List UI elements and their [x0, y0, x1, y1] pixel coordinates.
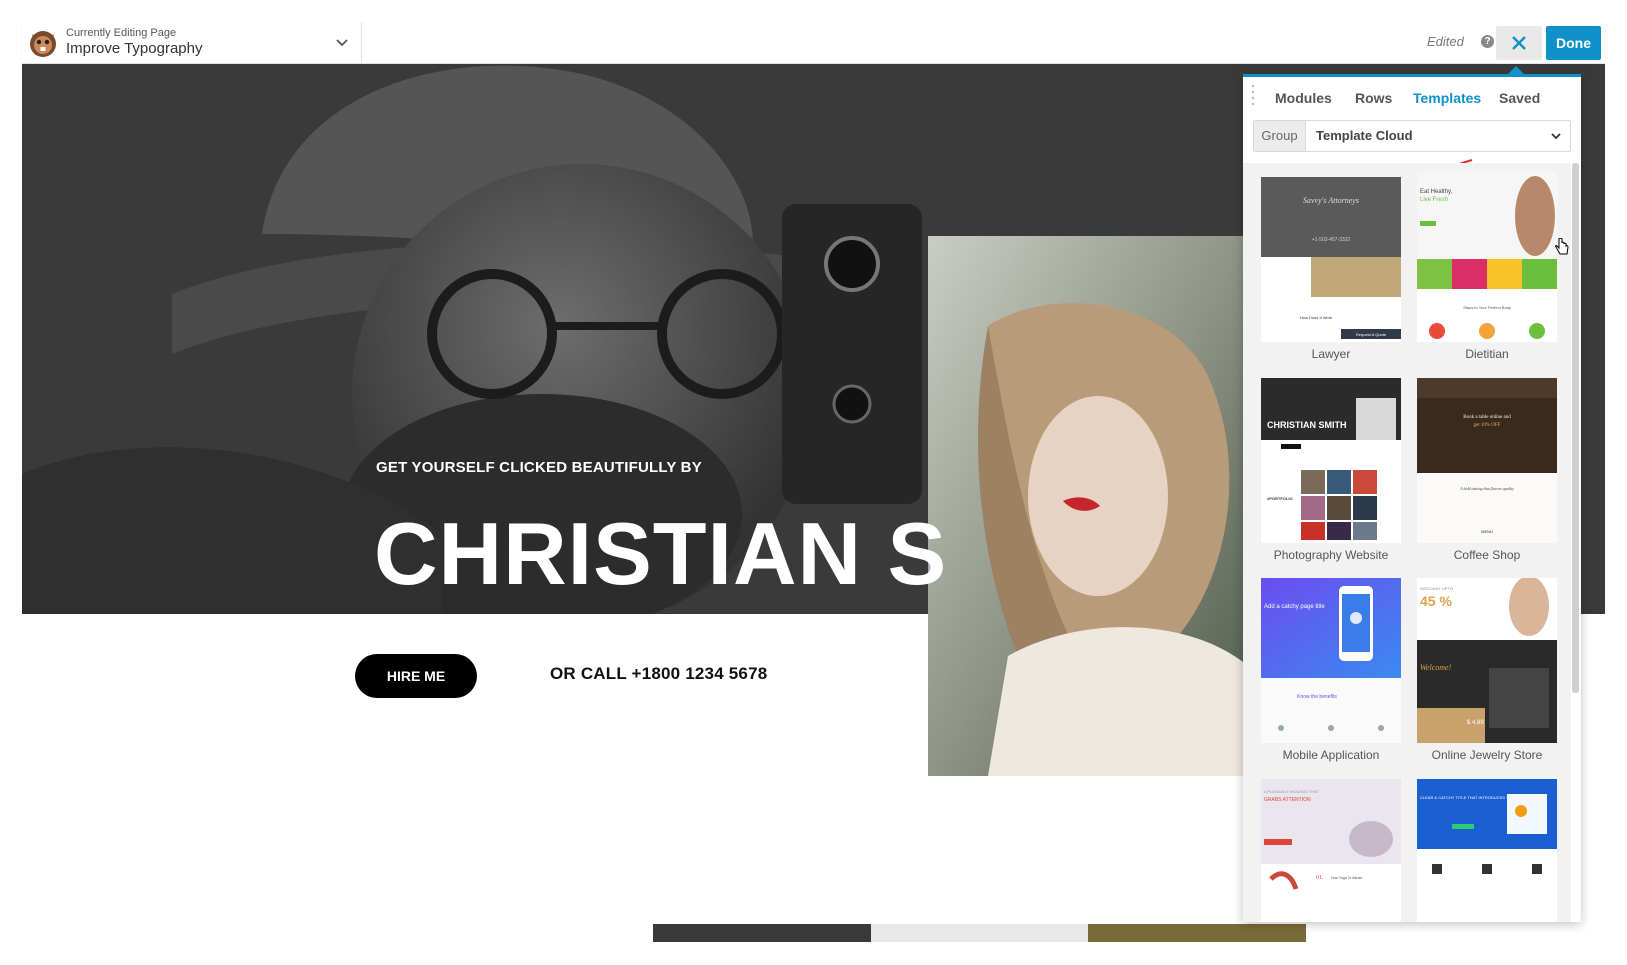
thumb-price: $ 4.89 — [1467, 720, 1484, 726]
page-title: Improve Typography — [66, 40, 203, 57]
templates-panel: Modules Rows Templates Saved Group Templ… — [1243, 74, 1581, 922]
tab-saved[interactable]: Saved — [1499, 90, 1540, 106]
template-thumbnail: Add a catchy page title Know the benefit… — [1261, 578, 1401, 743]
help-icon[interactable]: ? — [1481, 35, 1494, 48]
thumb-title: A PLEASANT HEADING THAT — [1264, 789, 1319, 794]
builder-toolbar: Currently Editing Page Improve Typograph… — [22, 22, 1605, 64]
thumb-title: Add a catchy page title — [1264, 604, 1325, 610]
gallery-thumb — [871, 924, 1088, 942]
gallery-thumb — [653, 924, 871, 942]
thumb-text: #PORTFOLIO — [1267, 496, 1293, 501]
thumb-phone: +1-503-457-3332 — [1312, 237, 1351, 243]
template-name: Dietitian — [1465, 347, 1509, 361]
call-text: OR CALL +1800 1234 5678 — [550, 664, 768, 683]
thumb-text: A bold tasting that flavors quality — [1459, 486, 1514, 491]
thumb-sub: Live Fresh — [1420, 197, 1448, 203]
tab-modules[interactable]: Modules — [1275, 90, 1332, 106]
close-panel-button[interactable] — [1496, 26, 1542, 60]
template-grid: Savvy's Attorneys +1-503-457-3332 How Do… — [1243, 163, 1571, 922]
template-thumbnail: Savvy's Attorneys +1-503-457-3332 How Do… — [1261, 177, 1401, 342]
thumb-sub: get 10% OFF — [1474, 423, 1501, 428]
template-name: Online Jewelry Store — [1431, 748, 1543, 762]
editing-caption: Currently Editing Page — [66, 27, 177, 39]
hero-tagline: GET YOURSELF CLICKED BEAUTIFULLY BY — [376, 459, 702, 476]
template-thumbnail: Book a table online and get 10% OFF A bo… — [1417, 378, 1557, 543]
panel-tabs: Modules Rows Templates Saved — [1243, 77, 1581, 117]
template-name: Photography Website — [1273, 548, 1389, 562]
template-thumbnail: CLEAR & CATCHY TITLE THAT INTRODUCES YOU — [1417, 779, 1557, 922]
thumb-title: Savvy's Attorneys — [1303, 196, 1359, 205]
thumb-sub: DISCOUNT UPTO — [1420, 586, 1453, 591]
chevron-down-icon[interactable] — [335, 35, 349, 49]
thumb-text: 01. — [1316, 875, 1324, 881]
beaver-logo-icon — [30, 31, 56, 57]
hand-cursor-icon — [1555, 238, 1569, 255]
hire-me-button[interactable]: HIRE ME — [355, 654, 477, 698]
close-icon — [1512, 36, 1526, 50]
group-value: Template Cloud — [1316, 128, 1413, 143]
page-selector[interactable]: Currently Editing Page Improve Typograph… — [22, 22, 362, 64]
tab-rows[interactable]: Rows — [1355, 90, 1392, 106]
thumb-title: CHRISTIAN SMITH — [1267, 420, 1347, 430]
panel-pointer — [1508, 66, 1524, 74]
thumb-title: Eat Healthy, — [1420, 189, 1453, 195]
thumb-text: Welcome! — [1420, 663, 1452, 672]
group-select[interactable]: Group Template Cloud — [1253, 120, 1571, 175]
thumb-text: Steps to Your Perfect Body — [1463, 305, 1511, 310]
thumb-sub: GRABS ATTENTION — [1264, 797, 1311, 803]
hero-name-heading: CHRISTIAN SMITH — [374, 504, 948, 614]
template-thumbnail: A PLEASANT HEADING THAT GRABS ATTENTION … — [1261, 779, 1401, 922]
portrait-photo — [928, 236, 1248, 776]
edited-status: Edited — [1427, 34, 1464, 49]
group-label: Group — [1254, 121, 1306, 151]
thumb-cta: Request A Quote — [1356, 332, 1387, 337]
template-name: Lawyer — [1311, 347, 1351, 361]
thumb-title: 45 % — [1420, 593, 1452, 609]
thumb-cta: MENU — [1481, 529, 1493, 534]
tab-templates[interactable]: Templates — [1413, 90, 1481, 106]
thumb-text: Know the benefits — [1297, 694, 1337, 700]
template-thumbnail: CHRISTIAN SMITH #PORTFOLIO — [1261, 378, 1401, 543]
thumb-title: CLEAR & CATCHY TITLE THAT INTRODUCES YOU — [1420, 795, 1515, 800]
panel-scrollbar[interactable] — [1572, 163, 1579, 693]
thumb-cta: How Yoga To Attract — [1331, 876, 1362, 880]
thumb-title: Book a table online and — [1463, 415, 1511, 420]
done-button[interactable]: Done — [1546, 26, 1601, 60]
gallery-thumb — [1088, 924, 1306, 942]
template-thumbnail: Eat Healthy, Live Fresh Steps to Your Pe… — [1417, 171, 1557, 342]
template-name: Coffee Shop — [1453, 548, 1521, 562]
thumb-text: How Does It Work — [1300, 315, 1332, 320]
template-name: Mobile Application — [1282, 748, 1380, 762]
chevron-down-icon — [1551, 133, 1561, 140]
template-thumbnail: DISCOUNT UPTO 45 % Welcome! $ 4.89 — [1417, 578, 1557, 743]
